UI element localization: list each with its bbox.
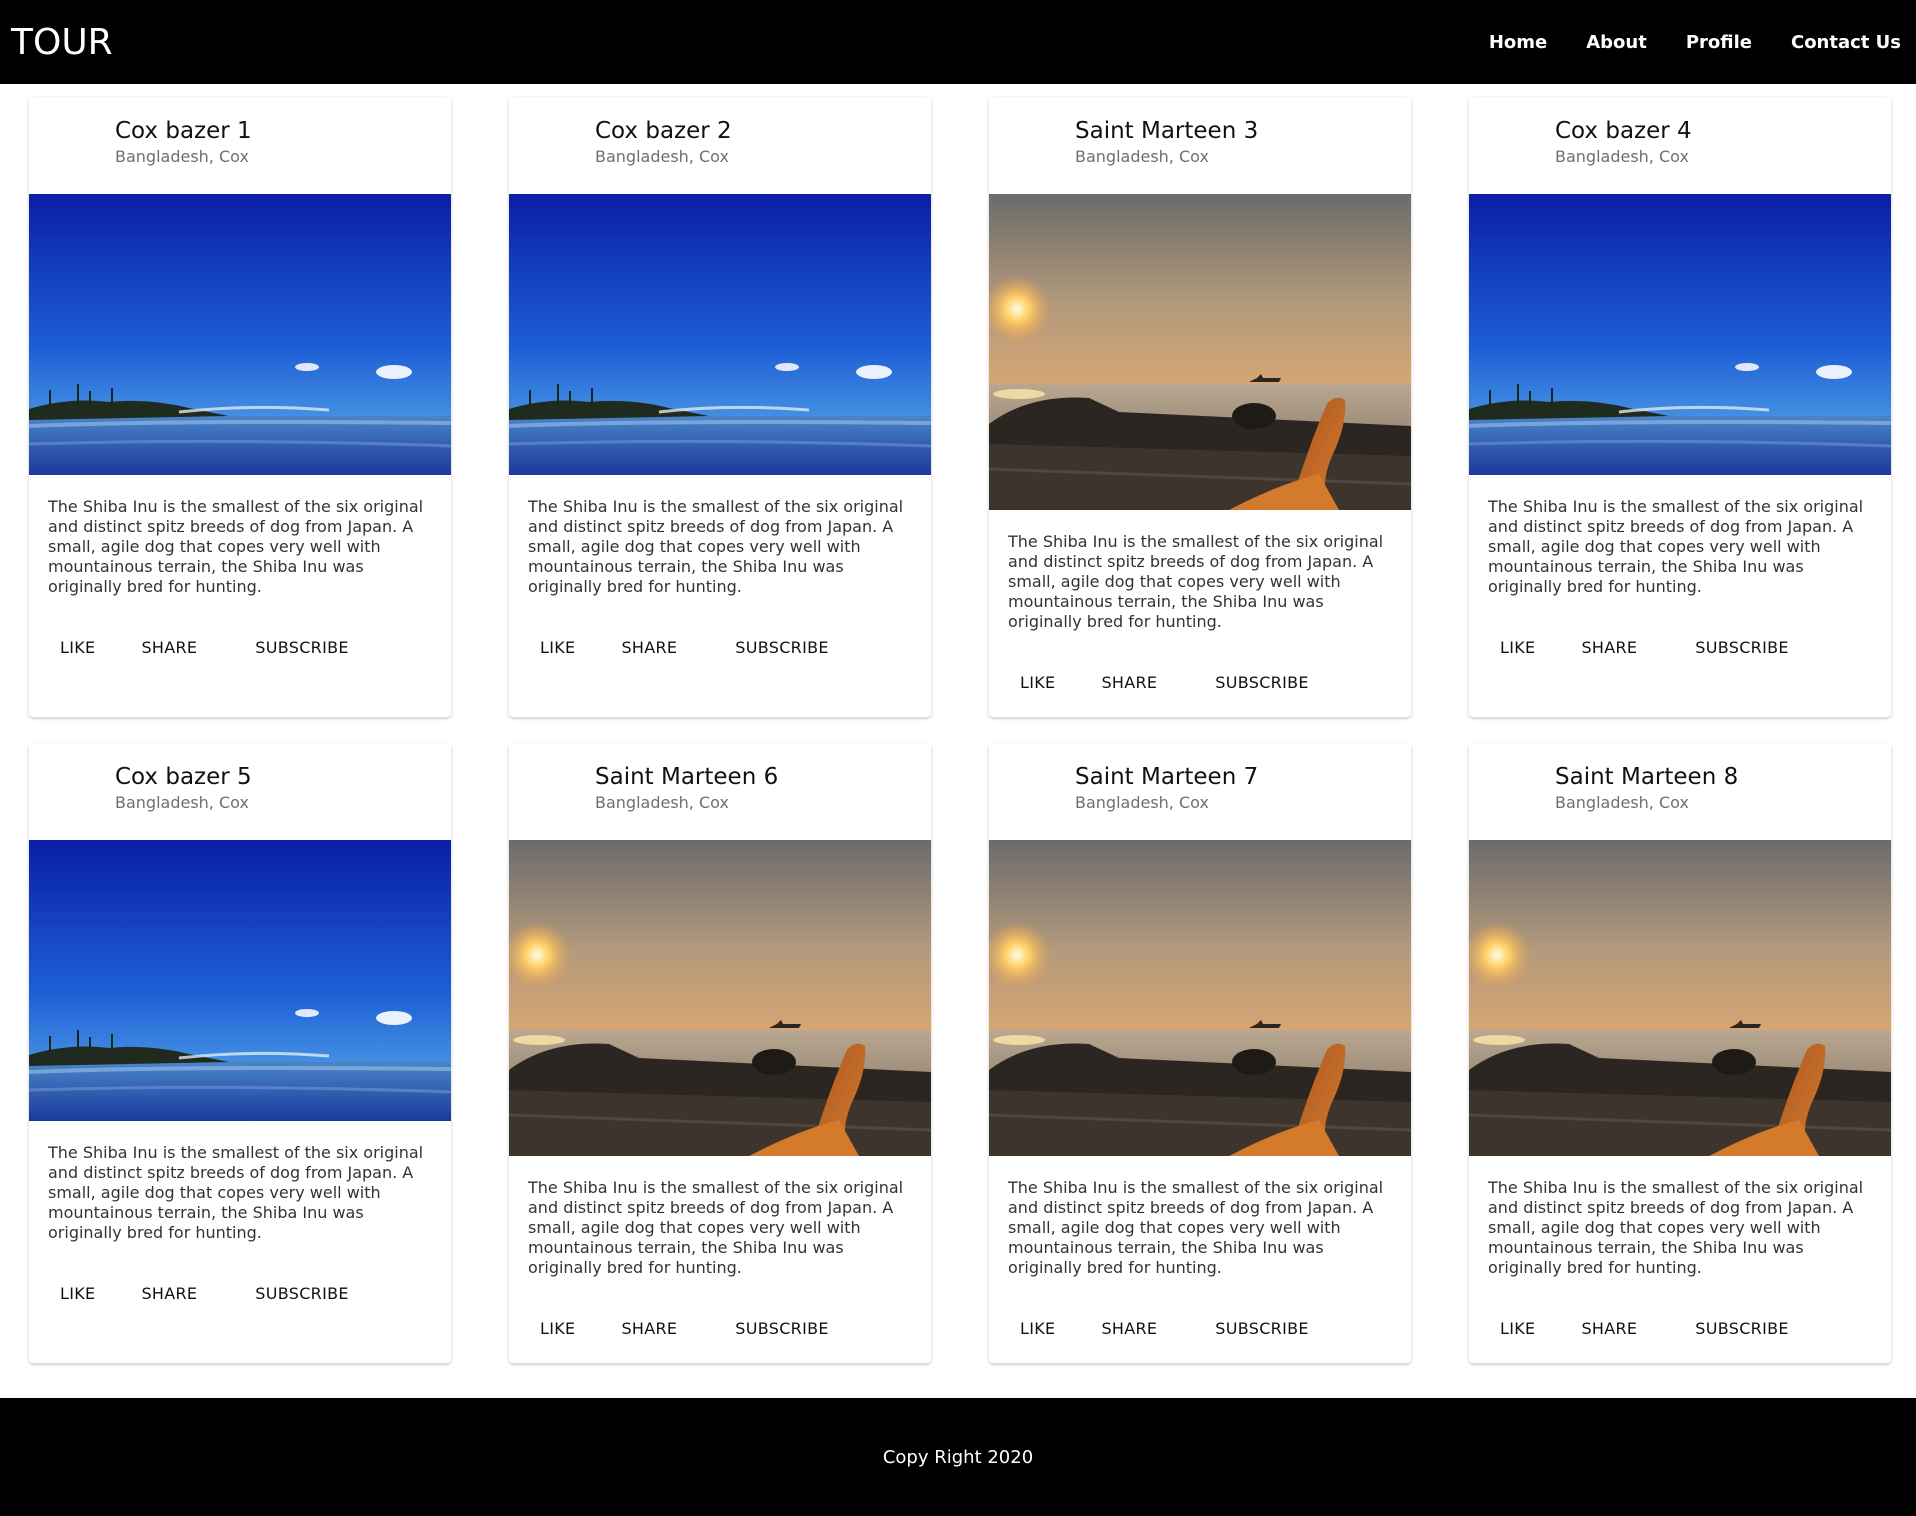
card-image-beach: [29, 840, 451, 1121]
card-actions: LIKE SHARE SUBSCRIBE: [989, 673, 1411, 692]
like-button[interactable]: LIKE: [1500, 638, 1535, 657]
card-title: Cox bazer 1: [115, 118, 252, 144]
card-subtitle: Bangladesh, Cox: [115, 793, 249, 812]
subscribe-button[interactable]: SUBSCRIBE: [1215, 673, 1309, 692]
card-title: Saint Marteen 3: [1075, 118, 1259, 144]
card-header: Cox bazer 4 Bangladesh, Cox: [1469, 97, 1891, 194]
card-subtitle: Bangladesh, Cox: [1075, 147, 1209, 166]
nav-home-link[interactable]: Home: [1489, 32, 1547, 53]
brand-logo[interactable]: TOUR: [11, 22, 113, 63]
card-description: The Shiba Inu is the smallest of the six…: [1488, 497, 1864, 596]
share-button[interactable]: SHARE: [141, 1284, 197, 1303]
card-description: The Shiba Inu is the smallest of the six…: [48, 1143, 424, 1242]
card-actions: LIKE SHARE SUBSCRIBE: [989, 1319, 1411, 1338]
card-image-sunset: [989, 840, 1411, 1156]
card-actions: LIKE SHARE SUBSCRIBE: [509, 1319, 931, 1338]
card-header: Saint Marteen 6 Bangladesh, Cox: [509, 743, 931, 840]
tour-card: Saint Marteen 7 Bangladesh, Cox The Shib…: [989, 743, 1411, 1363]
card-title: Saint Marteen 6: [595, 764, 779, 790]
tour-card: Cox bazer 5 Bangladesh, Cox The Shiba In…: [29, 743, 451, 1363]
card-subtitle: Bangladesh, Cox: [1075, 793, 1209, 812]
card-title: Saint Marteen 7: [1075, 764, 1259, 790]
share-button[interactable]: SHARE: [1101, 673, 1157, 692]
card-description: The Shiba Inu is the smallest of the six…: [1008, 532, 1384, 631]
like-button[interactable]: LIKE: [60, 638, 95, 657]
share-button[interactable]: SHARE: [1581, 1319, 1637, 1338]
card-header: Saint Marteen 3 Bangladesh, Cox: [989, 97, 1411, 194]
card-header: Cox bazer 5 Bangladesh, Cox: [29, 743, 451, 840]
nav-contact-link[interactable]: Contact Us: [1791, 32, 1901, 53]
tour-card: Saint Marteen 8 Bangladesh, Cox The Shib…: [1469, 743, 1891, 1363]
footer-copyright: Copy Right 2020: [882, 1446, 1034, 1468]
card-actions: LIKE SHARE SUBSCRIBE: [29, 1284, 451, 1303]
card-subtitle: Bangladesh, Cox: [1555, 793, 1689, 812]
subscribe-button[interactable]: SUBSCRIBE: [735, 638, 829, 657]
card-description: The Shiba Inu is the smallest of the six…: [48, 497, 424, 596]
like-button[interactable]: LIKE: [1500, 1319, 1535, 1338]
tour-card: Saint Marteen 3 Bangladesh, Cox The Shib…: [989, 97, 1411, 717]
card-header: Cox bazer 1 Bangladesh, Cox: [29, 97, 451, 194]
tour-card: Cox bazer 1 Bangladesh, Cox The Shiba In…: [29, 97, 451, 717]
like-button[interactable]: LIKE: [540, 1319, 575, 1338]
tour-card: Cox bazer 4 Bangladesh, Cox The Shiba In…: [1469, 97, 1891, 717]
card-actions: LIKE SHARE SUBSCRIBE: [1469, 1319, 1891, 1338]
tour-card: Cox bazer 2 Bangladesh, Cox The Shiba In…: [509, 97, 931, 717]
card-subtitle: Bangladesh, Cox: [595, 147, 729, 166]
subscribe-button[interactable]: SUBSCRIBE: [255, 1284, 349, 1303]
card-title: Saint Marteen 8: [1555, 764, 1739, 790]
card-subtitle: Bangladesh, Cox: [115, 147, 249, 166]
tour-card: Saint Marteen 6 Bangladesh, Cox The Shib…: [509, 743, 931, 1363]
card-actions: LIKE SHARE SUBSCRIBE: [1469, 638, 1891, 657]
card-header: Cox bazer 2 Bangladesh, Cox: [509, 97, 931, 194]
card-actions: LIKE SHARE SUBSCRIBE: [29, 638, 451, 657]
card-title: Cox bazer 5: [115, 764, 252, 790]
like-button[interactable]: LIKE: [1020, 1319, 1055, 1338]
card-description: The Shiba Inu is the smallest of the six…: [528, 1178, 904, 1277]
card-description: The Shiba Inu is the smallest of the six…: [1488, 1178, 1864, 1277]
card-subtitle: Bangladesh, Cox: [595, 793, 729, 812]
card-description: The Shiba Inu is the smallest of the six…: [1008, 1178, 1384, 1277]
card-image-sunset: [509, 840, 931, 1156]
subscribe-button[interactable]: SUBSCRIBE: [1695, 1319, 1789, 1338]
subscribe-button[interactable]: SUBSCRIBE: [255, 638, 349, 657]
share-button[interactable]: SHARE: [1101, 1319, 1157, 1338]
card-image-beach: [509, 194, 931, 475]
card-title: Cox bazer 2: [595, 118, 732, 144]
like-button[interactable]: LIKE: [1020, 673, 1055, 692]
footer: Copy Right 2020: [0, 1398, 1916, 1516]
nav-about-link[interactable]: About: [1586, 32, 1647, 53]
share-button[interactable]: SHARE: [141, 638, 197, 657]
nav-profile-link[interactable]: Profile: [1686, 32, 1752, 53]
top-navbar: TOUR Home About Profile Contact Us: [0, 0, 1916, 84]
card-image-sunset: [989, 194, 1411, 510]
card-grid: Cox bazer 1 Bangladesh, Cox The Shiba In…: [29, 97, 1891, 1363]
card-image-sunset: [1469, 840, 1891, 1156]
card-header: Saint Marteen 7 Bangladesh, Cox: [989, 743, 1411, 840]
card-actions: LIKE SHARE SUBSCRIBE: [509, 638, 931, 657]
subscribe-button[interactable]: SUBSCRIBE: [1215, 1319, 1309, 1338]
share-button[interactable]: SHARE: [621, 638, 677, 657]
share-button[interactable]: SHARE: [621, 1319, 677, 1338]
like-button[interactable]: LIKE: [540, 638, 575, 657]
card-description: The Shiba Inu is the smallest of the six…: [528, 497, 904, 596]
card-header: Saint Marteen 8 Bangladesh, Cox: [1469, 743, 1891, 840]
subscribe-button[interactable]: SUBSCRIBE: [735, 1319, 829, 1338]
like-button[interactable]: LIKE: [60, 1284, 95, 1303]
subscribe-button[interactable]: SUBSCRIBE: [1695, 638, 1789, 657]
card-title: Cox bazer 4: [1555, 118, 1692, 144]
card-image-beach: [1469, 194, 1891, 475]
card-image-beach: [29, 194, 451, 475]
card-subtitle: Bangladesh, Cox: [1555, 147, 1689, 166]
share-button[interactable]: SHARE: [1581, 638, 1637, 657]
nav-menu: Home About Profile Contact Us: [1450, 32, 1901, 53]
